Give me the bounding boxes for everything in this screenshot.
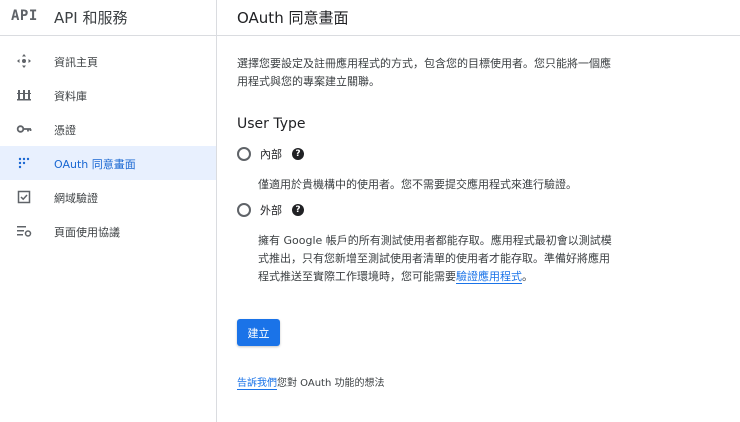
desc-line: 擁有 Google 帳戶的所有測試使用者都能存取。應用程式最初會以測試模 [258, 234, 612, 247]
library-icon [16, 87, 32, 103]
sidebar-item-domain-verification[interactable]: 網域驗證 [0, 180, 216, 214]
help-icon[interactable]: ? [292, 204, 304, 216]
sidebar-item-oauth-consent[interactable]: OAuth 同意畫面 [0, 146, 216, 180]
verify-app-link[interactable]: 驗證應用程式 [456, 270, 522, 284]
user-type-external-option: 外部 ? [237, 201, 304, 219]
checkbox-icon [16, 189, 32, 205]
help-icon[interactable]: ? [292, 148, 304, 160]
sidebar: API API 和服務 資訊主頁 資料庫 憑證 OAuth 同意畫面 網域驗證 … [0, 0, 217, 422]
intro-text: 選擇您要設定及註冊應用程式的方式，包含您的目標使用者。您只能將一個應 用程式與您… [237, 55, 697, 91]
external-label: 外部 [260, 204, 282, 217]
sidebar-item-label: OAuth 同意畫面 [54, 158, 136, 171]
desc-line: 僅適用於貴機構中的使用者。您不需要提交應用程式來進行驗證。 [258, 178, 577, 191]
sidebar-nav: 資訊主頁 資料庫 憑證 OAuth 同意畫面 網域驗證 頁面使用協議 [0, 44, 216, 248]
internal-description: 僅適用於貴機構中的使用者。您不需要提交應用程式來進行驗證。 [258, 176, 688, 194]
intro-line: 選擇您要設定及註冊應用程式的方式，包含您的目標使用者。您只能將一個應 [237, 57, 611, 70]
intro-line: 用程式與您的專案建立關聯。 [237, 75, 380, 88]
main-content: 選擇您要設定及註冊應用程式的方式，包含您的目標使用者。您只能將一個應 用程式與您… [217, 37, 740, 422]
api-logo: API [11, 8, 38, 24]
sidebar-item-dashboard[interactable]: 資訊主頁 [0, 44, 216, 78]
internal-radio[interactable] [237, 147, 251, 161]
sidebar-item-credentials[interactable]: 憑證 [0, 112, 216, 146]
user-type-internal-option: 內部 ? [237, 145, 304, 163]
brand-header: API API 和服務 [0, 0, 216, 36]
consent-screen-icon [16, 155, 32, 171]
sidebar-item-label: 資料庫 [54, 90, 87, 103]
desc-line: 程式推送至實際工作環境時，您可能需要驗證應用程式。 [258, 268, 688, 286]
desc-line-text: 程式推送至實際工作環境時，您可能需要 [258, 270, 456, 283]
internal-label: 內部 [260, 148, 282, 161]
desc-line: 式推出，只有您新增至測試使用者清單的使用者才能存取。準備好將應用 [258, 252, 610, 265]
page-header: OAuth 同意畫面 [217, 0, 740, 36]
sidebar-item-label: 頁面使用協議 [54, 226, 120, 239]
sidebar-item-page-usage-agreements[interactable]: 頁面使用協議 [0, 214, 216, 248]
sidebar-item-label: 憑證 [54, 124, 76, 137]
key-icon [16, 121, 32, 137]
external-description: 擁有 Google 帳戶的所有測試使用者都能存取。應用程式最初會以測試模 式推出… [258, 232, 688, 286]
external-radio[interactable] [237, 203, 251, 217]
desc-line-tail: 。 [522, 270, 533, 283]
sidebar-item-library[interactable]: 資料庫 [0, 78, 216, 112]
page-title: OAuth 同意畫面 [237, 9, 349, 27]
settings-list-icon [16, 223, 32, 239]
brand-title: API 和服務 [54, 9, 128, 27]
tell-us-link[interactable]: 告訴我們 [237, 378, 277, 390]
feedback-rest: 您對 OAuth 功能的想法 [277, 378, 385, 389]
feedback-text: 告訴我們您對 OAuth 功能的想法 [237, 374, 385, 390]
sidebar-item-label: 資訊主頁 [54, 56, 98, 69]
dashboard-icon [16, 53, 32, 69]
create-button[interactable]: 建立 [237, 319, 280, 346]
app-window: API API 和服務 資訊主頁 資料庫 憑證 OAuth 同意畫面 網域驗證 … [0, 0, 740, 422]
user-type-heading: User Type [237, 116, 306, 132]
sidebar-item-label: 網域驗證 [54, 192, 98, 205]
